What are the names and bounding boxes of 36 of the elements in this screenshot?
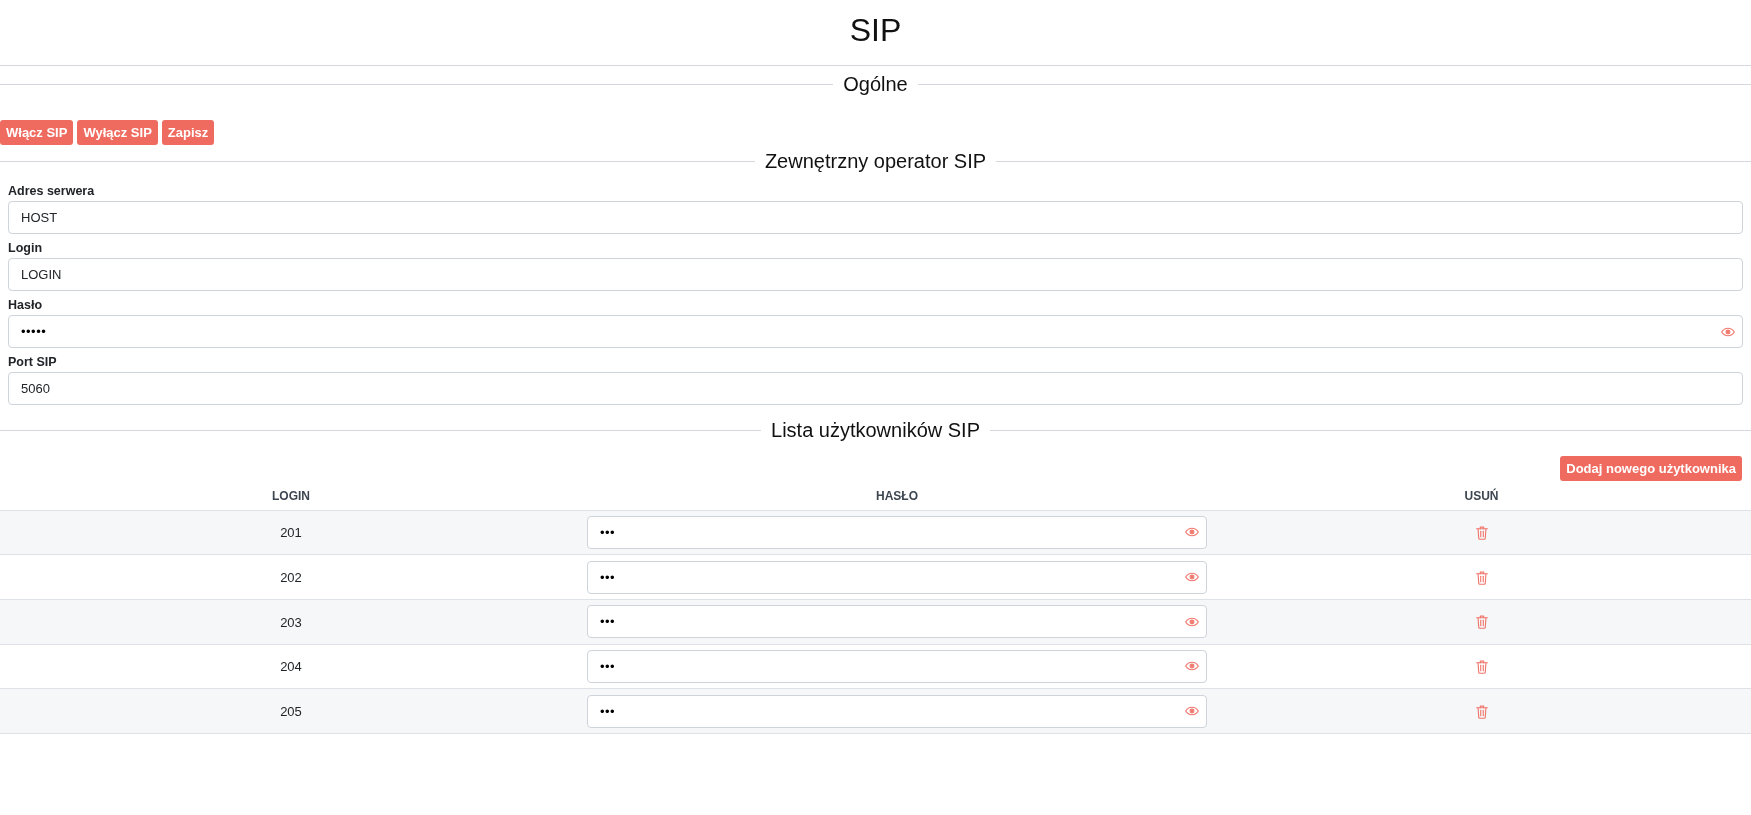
trash-icon[interactable] bbox=[1475, 615, 1488, 630]
eye-icon[interactable] bbox=[1185, 616, 1199, 627]
section-heading: Lista użytkowników SIP bbox=[770, 418, 981, 442]
trash-icon[interactable] bbox=[1475, 704, 1488, 719]
trash-icon[interactable] bbox=[1475, 570, 1488, 585]
eye-icon[interactable] bbox=[1721, 326, 1735, 337]
field-label: Port SIP bbox=[8, 354, 57, 370]
column-header: USUŃ bbox=[1464, 489, 1499, 504]
user-login: 205 bbox=[280, 704, 302, 720]
password-field[interactable]: ••• bbox=[587, 694, 1207, 728]
page-title: SIP bbox=[849, 13, 902, 46]
user-login: 204 bbox=[280, 659, 302, 675]
password-field[interactable]: ••••• bbox=[8, 315, 1743, 348]
user-login: 202 bbox=[280, 570, 302, 586]
eye-icon[interactable] bbox=[1185, 706, 1199, 717]
field-label: Hasło bbox=[8, 297, 43, 313]
password-field[interactable]: ••• bbox=[587, 560, 1207, 594]
user-login: 203 bbox=[280, 614, 302, 630]
eye-icon[interactable] bbox=[1185, 527, 1199, 538]
field-label: Login bbox=[8, 240, 42, 256]
trash-icon[interactable] bbox=[1475, 526, 1488, 541]
section-heading: Ogólne bbox=[842, 72, 909, 96]
text-field[interactable]: LOGIN bbox=[8, 258, 1743, 291]
text-field[interactable]: 5060 bbox=[8, 372, 1743, 405]
password-field[interactable]: ••• bbox=[587, 515, 1207, 549]
password-field[interactable]: ••• bbox=[587, 649, 1207, 683]
field-label: Adres serwera bbox=[8, 183, 95, 199]
password-field[interactable]: ••• bbox=[587, 605, 1207, 639]
eye-icon[interactable] bbox=[1185, 661, 1199, 672]
text-field[interactable]: HOST bbox=[8, 201, 1743, 234]
user-login: 201 bbox=[280, 525, 302, 541]
trash-icon[interactable] bbox=[1475, 660, 1488, 675]
section-heading: Zewnętrzny operator SIP bbox=[763, 149, 988, 173]
column-header: LOGIN bbox=[272, 489, 310, 504]
column-header: HASŁO bbox=[876, 489, 918, 504]
eye-icon[interactable] bbox=[1185, 572, 1199, 583]
